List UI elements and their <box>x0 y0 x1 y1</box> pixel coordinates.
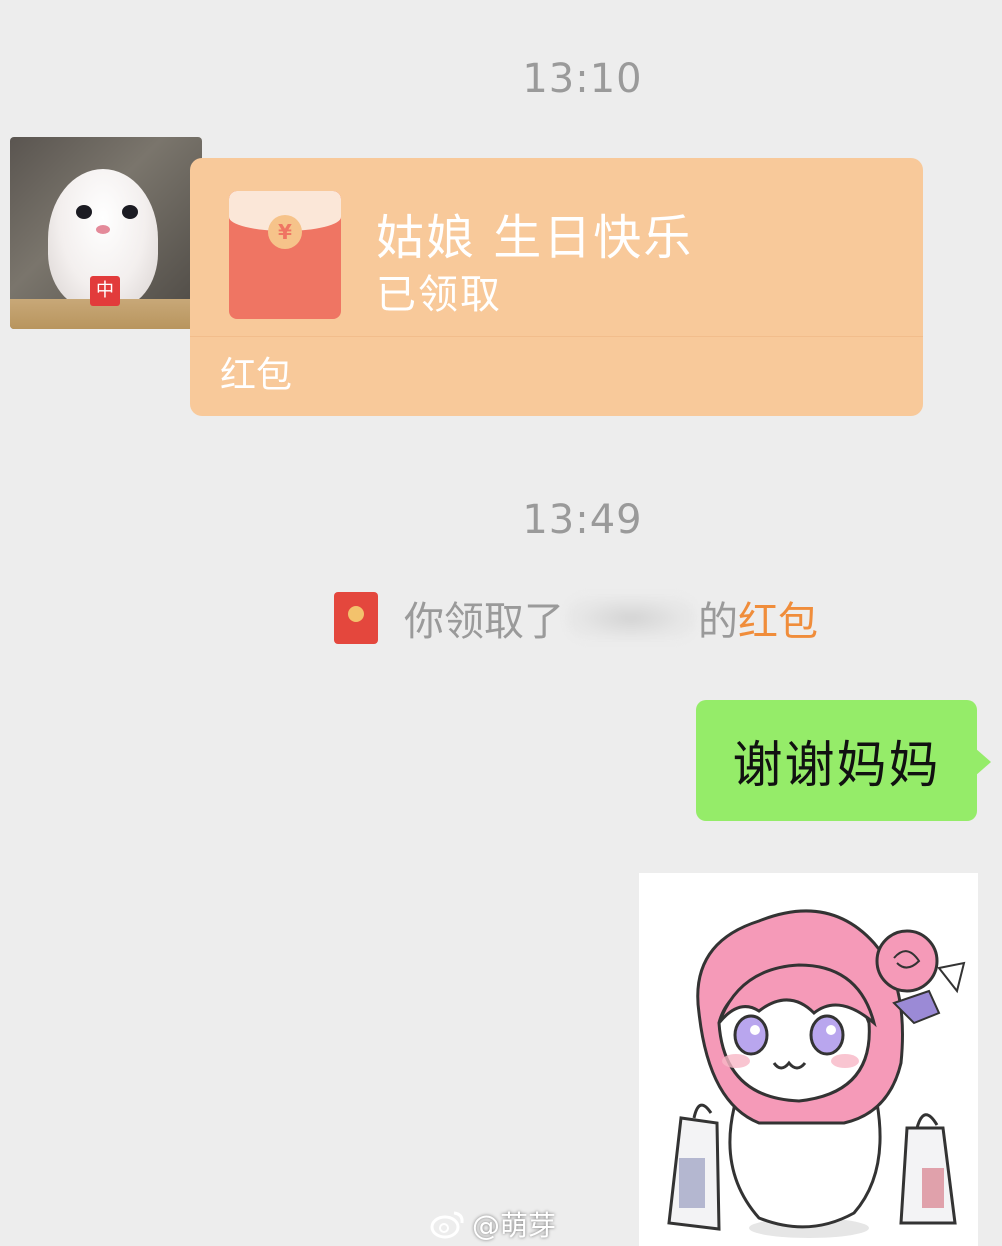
timestamp-1310: 13:10 <box>522 56 643 102</box>
red-packet-coin-icon: ¥ <box>268 215 302 249</box>
avatar-badge: 中 <box>90 276 120 306</box>
kitten-nose <box>96 225 110 234</box>
red-packet-status: 已领取 <box>376 272 502 318</box>
red-packet-link[interactable]: 红包 <box>738 589 818 647</box>
red-packet-divider <box>190 336 923 337</box>
red-packet-small-icon <box>334 592 378 644</box>
weibo-logo-icon <box>430 1211 464 1239</box>
red-packet-title: 姑娘 生日快乐 <box>376 210 694 266</box>
timestamp-1349: 13:49 <box>522 497 643 543</box>
anime-girl-sticker-image <box>667 909 966 1238</box>
my-message-bubble[interactable]: 谢谢妈妈 <box>696 700 991 821</box>
red-packet-icon: ¥ <box>229 191 341 319</box>
system-notice-suffix: 的 <box>698 599 738 645</box>
red-packet-card[interactable]: ¥ 姑娘 生日快乐 已领取 红包 <box>190 158 923 416</box>
system-notice-prefix: 你领取了 <box>404 599 564 645</box>
anime-sticker[interactable] <box>639 873 978 1246</box>
blurred-name <box>566 595 696 641</box>
bubble-tail <box>975 748 991 776</box>
my-message-text: 谢谢妈妈 <box>732 735 941 794</box>
red-packet-label: 红包 <box>220 355 293 396</box>
watermark-text: @萌芽 <box>472 1209 557 1242</box>
system-notice: 你领取了 的 红包 <box>334 590 818 646</box>
kitten-eye <box>122 205 138 219</box>
kitten-eye <box>76 205 92 219</box>
watermark: @萌芽 <box>430 1204 556 1244</box>
